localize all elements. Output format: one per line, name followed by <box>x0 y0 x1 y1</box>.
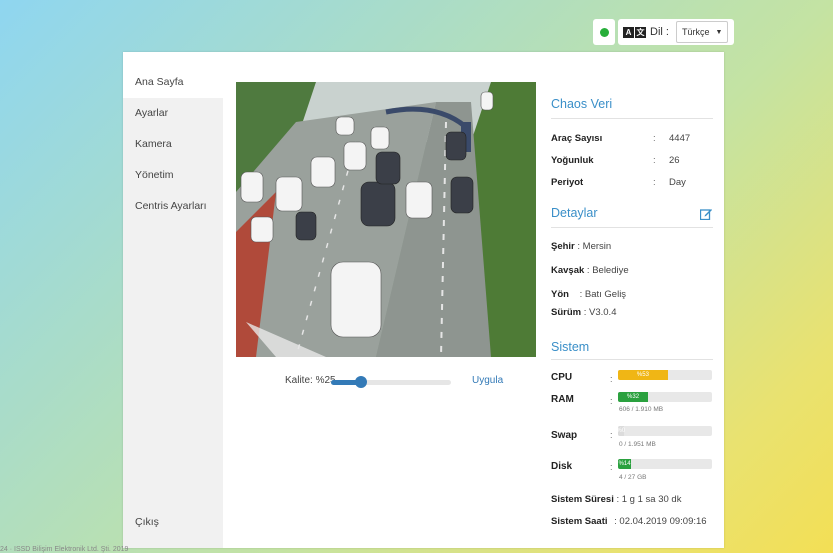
swap-usage-bar: %0 <box>618 426 712 436</box>
uptime-row: Sistem Süresi : 1 g 1 sa 30 dk <box>551 494 681 505</box>
city-value: : Mersin <box>577 241 612 252</box>
period-row: Periyot : Day <box>551 177 713 188</box>
chaos-title: Chaos Veri <box>551 97 613 111</box>
period-key: Periyot <box>551 177 584 188</box>
sidebar-item-label: Ayarlar <box>135 107 169 119</box>
city-row: Şehir : Mersin <box>551 241 611 252</box>
language-select[interactable]: Türkçe ▼ <box>675 21 729 43</box>
status-dot-icon <box>599 27 609 37</box>
quality-label: Kalite: %25 <box>285 375 336 386</box>
cpu-label: CPU <box>551 372 573 383</box>
language-label: Dil : <box>650 26 669 38</box>
clock-value: : 02.04.2019 09:09:16 <box>614 516 707 527</box>
colon: : <box>653 155 656 166</box>
sidebar-item-camera[interactable]: Kamera <box>123 129 223 160</box>
disk-usage-fill: %14 <box>618 459 632 469</box>
ram-usage-detail: 606 / 1.910 MB <box>619 406 664 413</box>
density-key: Yoğunluk <box>551 155 594 166</box>
colon: : <box>610 462 613 472</box>
camera-feed-image <box>236 82 536 357</box>
chevron-down-icon: ▼ <box>715 28 723 36</box>
apply-button[interactable]: Uygula <box>472 375 503 386</box>
quality-control: Kalite: %25 Uygula <box>236 375 536 389</box>
translate-icon-b: 文 <box>635 26 646 38</box>
disk-label: Disk <box>551 461 573 472</box>
vehicle-count-row: Araç Sayısı : 4447 <box>551 133 713 144</box>
version-value: : V3.0.4 <box>583 307 617 318</box>
language-value: Türkçe <box>681 27 710 37</box>
main-panel: Ana Sayfa Ayarlar Kamera Yönetim Centris… <box>123 52 724 548</box>
colon: : <box>610 374 613 384</box>
density-row: Yoğunluk : 26 <box>551 155 713 166</box>
sidebar-item-centris-settings[interactable]: Centris Ayarları <box>123 191 223 222</box>
translate-icon: A 文 <box>623 26 646 38</box>
disk-usage-detail: 4 / 27 GB <box>619 474 647 481</box>
divider <box>551 359 713 360</box>
colon: : <box>653 133 656 144</box>
divider <box>551 118 713 119</box>
swap-usage-detail: 0 / 1.951 MB <box>619 441 656 448</box>
sidebar-item-label: Centris Ayarları <box>135 200 207 212</box>
period-value: Day <box>669 177 686 188</box>
sidebar-item-home[interactable]: Ana Sayfa <box>123 67 223 98</box>
sidebar-item-management[interactable]: Yönetim <box>123 160 223 191</box>
uptime-value: : 1 g 1 sa 30 dk <box>616 494 682 505</box>
top-toolbar: A 文 Dil : Türkçe ▼ <box>593 19 735 45</box>
density-value: 26 <box>669 155 680 166</box>
system-title: Sistem <box>551 340 590 354</box>
junction-row: Kavşak : Belediye <box>551 265 629 276</box>
sidebar-item-label: Kamera <box>135 138 172 150</box>
direction-key: Yön <box>551 289 569 300</box>
colon: : <box>610 430 613 440</box>
vehicle-count-value: 4447 <box>669 133 691 144</box>
sidebar: Ana Sayfa Ayarlar Kamera Yönetim Centris… <box>123 67 223 548</box>
version-key: Sürüm <box>551 307 582 318</box>
edit-icon[interactable] <box>700 208 712 220</box>
footer-copyright: 24 · ISSD Bilişim Elektronik Ltd. Şti. 2… <box>0 546 129 553</box>
vehicle-count-key: Araç Sayısı <box>551 133 603 144</box>
clock-key: Sistem Saati <box>551 516 608 527</box>
sidebar-item-label: Ana Sayfa <box>135 76 184 88</box>
city-key: Şehir <box>551 241 575 252</box>
swap-label: Swap <box>551 430 578 441</box>
junction-key: Kavşak <box>551 265 585 276</box>
direction-row: Yön : Batı Geliş <box>551 289 626 300</box>
version-row: Sürüm : V3.0.4 <box>551 307 616 318</box>
uptime-key: Sistem Süresi <box>551 494 614 505</box>
disk-usage-bar: %14 <box>618 459 712 469</box>
cpu-usage-fill: %53 <box>618 370 668 380</box>
divider <box>551 227 713 228</box>
translate-icon-a: A <box>623 26 634 38</box>
ram-usage-fill: %32 <box>618 392 649 402</box>
swap-usage-fill: %0 <box>618 426 625 436</box>
junction-value: : Belediye <box>586 265 629 276</box>
quality-slider[interactable] <box>331 376 451 388</box>
ram-usage-bar: %32 <box>618 392 712 402</box>
clock-row: Sistem Saati : 02.04.2019 09:09:16 <box>551 516 707 527</box>
direction-value: : Batı Geliş <box>579 289 627 300</box>
language-box: A 文 Dil : Türkçe ▼ <box>618 19 735 45</box>
quality-slider-handle[interactable] <box>355 376 367 388</box>
colon: : <box>653 177 656 188</box>
colon: : <box>610 396 613 406</box>
sidebar-item-settings[interactable]: Ayarlar <box>123 98 223 129</box>
logout-link[interactable]: Çıkış <box>135 516 159 528</box>
ram-label: RAM <box>551 394 574 405</box>
connection-status <box>593 19 615 45</box>
cpu-usage-bar: %53 <box>618 370 712 380</box>
details-title: Detaylar <box>551 206 598 220</box>
sidebar-item-label: Yönetim <box>135 169 174 181</box>
